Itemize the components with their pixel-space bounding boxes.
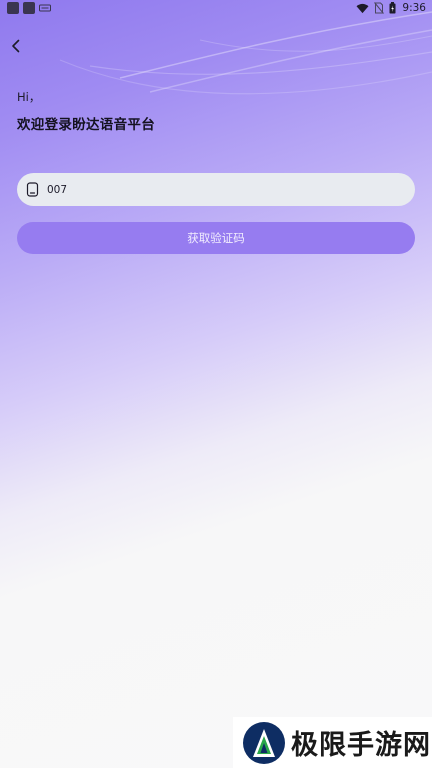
no-sim-icon xyxy=(374,2,385,14)
get-code-button[interactable]: 获取验证码 xyxy=(17,222,415,254)
watermark-text: 极限手游网 xyxy=(291,730,431,761)
notification-square-icon xyxy=(7,2,19,14)
chevron-left-icon xyxy=(12,39,20,53)
notification-square-icon xyxy=(23,2,35,14)
phone-field[interactable] xyxy=(17,173,415,206)
status-bar: 9:36 xyxy=(0,0,432,16)
greeting-text: Hi， xyxy=(17,90,41,104)
background-waves xyxy=(59,11,432,95)
status-system: 9:36 xyxy=(356,2,426,14)
status-notifications xyxy=(7,2,51,14)
watermark: 极限手游网 xyxy=(233,717,432,768)
phone-input[interactable] xyxy=(47,183,377,196)
back-button[interactable] xyxy=(6,36,26,56)
login-screen: 9:36 Hi， 欢迎登录盼达语音平台 获取验证码 极限手游网 xyxy=(0,0,432,768)
page-title: 欢迎登录盼达语音平台 xyxy=(17,117,155,133)
keyboard-icon xyxy=(39,4,51,12)
wifi-icon xyxy=(356,3,369,13)
status-time: 9:36 xyxy=(402,2,426,14)
watermark-logo-icon xyxy=(243,721,285,764)
battery-icon xyxy=(389,2,396,14)
phone-icon xyxy=(26,182,39,197)
